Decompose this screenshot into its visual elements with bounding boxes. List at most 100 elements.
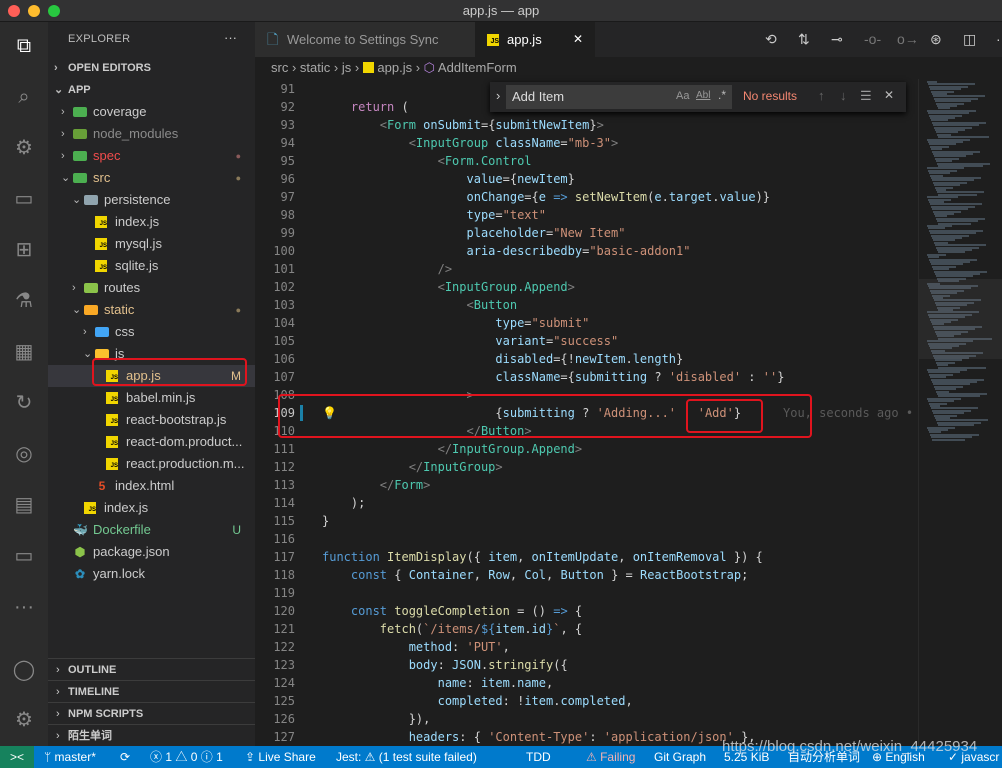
tree-item[interactable]: JS sqlite.js xyxy=(48,255,255,277)
folder-icon xyxy=(95,327,109,337)
tree-item[interactable]: › css xyxy=(48,321,255,343)
toggle-replace-icon[interactable]: › xyxy=(496,88,500,103)
tree-item[interactable]: 5 index.html xyxy=(48,475,255,497)
tab-label: Welcome to Settings Sync xyxy=(287,32,439,47)
code-token: JSON xyxy=(452,658,481,672)
editor-tabs: 🗋 Welcome to Settings Sync JS app.js ✕ ⟲… xyxy=(255,22,1002,57)
code-token: submitNewItem xyxy=(495,118,590,132)
code-text: ); xyxy=(322,494,365,512)
gitlens-icon[interactable]: ◎ xyxy=(12,442,36,466)
code-token: > xyxy=(611,136,619,150)
tree-item[interactable]: ⌄ src ● xyxy=(48,167,255,189)
code-line: 118 const { Container, Row, Col, Button … xyxy=(255,566,918,584)
more-actions-icon[interactable]: ··· xyxy=(996,31,1002,47)
split-editor-icon[interactable]: ◫ xyxy=(963,31,976,48)
next-match-icon[interactable]: ↓ xyxy=(840,88,847,103)
section-3[interactable]: › 陌生单词 xyxy=(48,724,255,746)
tdd-status[interactable]: TDD xyxy=(526,746,551,768)
pull-request-icon[interactable]: ⇅ xyxy=(798,31,810,48)
tree-item[interactable]: 🐳 Dockerfile U xyxy=(48,519,255,541)
minimap[interactable] xyxy=(918,79,1002,746)
minimize-window-button[interactable] xyxy=(28,5,40,17)
breadcrumb-src[interactable]: src xyxy=(271,60,288,75)
component-symbol-icon: ⬡ xyxy=(423,60,436,75)
tree-item[interactable]: JS react.production.m... xyxy=(48,453,255,475)
tree-item[interactable]: JS index.js xyxy=(48,497,255,519)
tree-item[interactable]: JS babel.min.js xyxy=(48,387,255,409)
go-back-icon[interactable]: ⊸ xyxy=(831,31,843,48)
breadcrumb-js[interactable]: js xyxy=(342,60,351,75)
section-1[interactable]: › TIMELINE xyxy=(48,680,255,702)
remote-explorer-icon[interactable]: ▭ xyxy=(12,187,36,211)
app-root-folder[interactable]: ⌄ APP xyxy=(48,79,255,101)
commit-icon[interactable]: -o- xyxy=(864,31,881,47)
section-2[interactable]: › NPM SCRIPTS xyxy=(48,702,255,724)
breadcrumb-static[interactable]: static xyxy=(300,60,330,75)
js-file-icon: JS xyxy=(106,414,118,426)
code-line: 123 body: JSON.stringify({ xyxy=(255,656,918,674)
tree-item[interactable]: › coverage xyxy=(48,101,255,123)
tree-item[interactable]: JS react-dom.product... xyxy=(48,431,255,453)
match-whole-word-button[interactable]: Abl xyxy=(696,90,710,101)
extensions-icon[interactable]: ⊞ xyxy=(12,238,36,262)
find-in-selection-icon[interactable]: ☰ xyxy=(860,88,872,104)
docker-icon[interactable]: ▦ xyxy=(12,340,36,364)
tree-item[interactable]: JS react-bootstrap.js xyxy=(48,409,255,431)
tree-item[interactable]: › routes xyxy=(48,277,255,299)
go-forward-icon[interactable]: o→ xyxy=(897,31,919,47)
maximize-window-button[interactable] xyxy=(48,5,60,17)
code-token: onItemRemoval xyxy=(632,550,727,564)
regex-button[interactable]: .* xyxy=(718,88,726,102)
breadcrumb-symbol[interactable]: AddItemForm xyxy=(438,60,517,75)
live-share-button[interactable]: ⇪ Live Share xyxy=(245,746,316,768)
branch-icon: ᛘ xyxy=(44,750,55,764)
code-token: className xyxy=(488,136,561,150)
folder-icon[interactable]: ▭ xyxy=(12,544,36,568)
jest-status[interactable]: Jest: ⚠ (1 test suite failed) xyxy=(336,746,477,768)
search-icon[interactable]: ⌕ xyxy=(12,85,36,109)
tree-item[interactable]: ⬢ package.json xyxy=(48,541,255,563)
section-0[interactable]: › OUTLINE xyxy=(48,658,255,680)
code-token: = xyxy=(524,316,532,330)
testing-icon[interactable]: ⚗ xyxy=(12,289,36,313)
gitlens-compare-icon[interactable]: ⊛ xyxy=(930,31,942,48)
api-icon[interactable]: ▤ xyxy=(12,493,36,517)
breadcrumb-file[interactable]: app.js xyxy=(377,60,412,75)
live-share-icon[interactable]: ↻ xyxy=(12,391,36,415)
js-file-icon: JS xyxy=(84,502,96,514)
tree-item[interactable]: JS index.js xyxy=(48,211,255,233)
previous-match-icon[interactable]: ↑ xyxy=(818,88,825,103)
tree-item[interactable]: › spec ● xyxy=(48,145,255,167)
account-icon[interactable]: ◯ xyxy=(12,658,36,682)
tree-item-label: react-bootstrap.js xyxy=(126,412,227,427)
close-tab-icon[interactable]: ✕ xyxy=(573,22,583,57)
debug-icon[interactable]: ⚙ xyxy=(12,136,36,160)
tree-item[interactable]: › node_modules xyxy=(48,123,255,145)
more-icon[interactable]: ··· xyxy=(12,595,36,619)
remote-indicator[interactable]: >< xyxy=(0,746,34,768)
failing-status[interactable]: ⚠ Failing xyxy=(586,746,635,768)
timeline-icon[interactable]: ⟲ xyxy=(765,31,777,48)
tab-app-js[interactable]: JS app.js ✕ xyxy=(475,22,595,57)
match-case-button[interactable]: Aa xyxy=(676,90,689,102)
minimap-slider[interactable] xyxy=(919,279,1002,359)
close-find-icon[interactable]: ✕ xyxy=(884,88,894,102)
code-text: } xyxy=(322,512,329,530)
html-file-icon: 5 xyxy=(98,479,106,493)
open-editors-section[interactable]: › OPEN EDITORS xyxy=(48,57,255,79)
code-token: = xyxy=(495,208,503,222)
close-window-button[interactable] xyxy=(8,5,20,17)
branch-indicator[interactable]: ᛘ master* xyxy=(44,746,96,768)
settings-gear-icon[interactable]: ⚙ xyxy=(12,708,36,732)
git-graph-button[interactable]: Git Graph xyxy=(654,746,706,768)
find-input[interactable]: Add Item Aa Abl .* xyxy=(506,85,732,109)
problems-indicator[interactable]: ⓧ 1 △ 0 ⓘ 1 xyxy=(150,746,223,768)
tab-welcome-settings-sync[interactable]: 🗋 Welcome to Settings Sync xyxy=(255,22,475,57)
more-actions-icon[interactable]: ··· xyxy=(224,30,237,45)
tree-item[interactable]: JS mysql.js xyxy=(48,233,255,255)
files-icon[interactable]: ⧉ xyxy=(12,34,36,58)
tree-item[interactable]: ✿ yarn.lock xyxy=(48,563,255,585)
tree-item[interactable]: ⌄ persistence xyxy=(48,189,255,211)
tree-item[interactable]: ⌄ static ● xyxy=(48,299,255,321)
sync-icon[interactable]: ⟳ xyxy=(120,746,130,768)
